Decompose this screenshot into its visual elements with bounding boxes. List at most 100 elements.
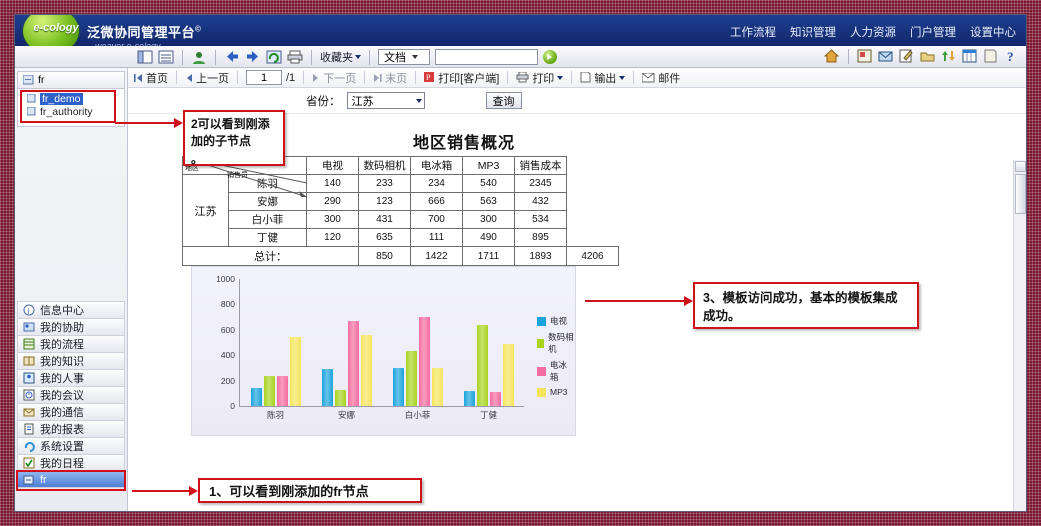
sidebar-item-flow[interactable]: 我的流程 [17,335,125,352]
person-icon[interactable] [191,50,207,65]
last-page-button[interactable]: 末页 [373,70,407,86]
x-axis-tick: 丁健 [479,410,498,420]
home-icon[interactable] [824,49,840,64]
sidebar-item-meeting[interactable]: 我的会议 [17,386,125,403]
prev-page-button[interactable]: 上一页 [185,70,229,86]
print-icon[interactable] [287,50,303,65]
forward-arrow-icon[interactable] [245,50,261,65]
y-axis-tick: 1000 [216,274,235,284]
sidebar-item-assist[interactable]: 我的协助 [17,318,125,335]
legend-label: 电冰箱 [549,360,567,382]
search-go-button[interactable] [543,50,557,64]
export-label: 输出 [594,72,617,85]
column-header-camera: 数码相机 [358,156,411,175]
flow-icon [23,338,35,350]
toolbar-divider [237,71,238,84]
mail-icon [23,406,35,418]
mail-button[interactable]: 邮件 [642,70,680,86]
cell-value: 490 [462,228,515,247]
panel-icon[interactable] [137,50,153,65]
left-sidebar: fr fr_demo fr_authority i 信息中心 我的协助 我的流程 … [15,68,128,511]
toolbar-divider [311,49,312,65]
main-toolbar: 收藏夹 文档 ? [15,46,1026,68]
province-select[interactable]: 江苏 [346,92,425,109]
toolbar-divider [182,49,183,65]
next-page-button[interactable]: 下一页 [312,70,356,86]
cell-value: 431 [358,210,411,229]
nav-item-hr[interactable]: 人力资源 [850,24,896,40]
sidebar-item-label: 我的通信 [40,407,84,419]
salesperson-name: 丁健 [228,228,307,247]
sidebar-item-label: 我的报表 [40,424,84,436]
total-value: 850 [358,246,411,266]
print-client-button[interactable]: P 打印[客户端] [424,70,499,86]
sidebar-item-fr[interactable]: fr [16,470,126,491]
refresh-icon[interactable] [266,50,282,65]
nav-item-workflow[interactable]: 工作流程 [730,24,776,40]
help-icon[interactable]: ? [1004,49,1020,64]
chevron-down-icon [619,75,626,80]
sidebar-item-info-center[interactable]: i 信息中心 [17,301,125,318]
total-value: 1422 [410,246,463,266]
cell-value: 290 [306,192,359,211]
sidebar-item-label: 我的日程 [40,458,84,470]
scroll-up-icon[interactable] [1015,161,1026,172]
folder-icon[interactable] [920,49,936,64]
vertical-scrollbar[interactable] [1013,160,1026,511]
report-title: 地区销售概况 [413,135,516,152]
sidebar-item-report[interactable]: 我的报表 [17,420,125,437]
back-arrow-icon[interactable] [224,50,240,65]
list-icon[interactable] [158,50,174,65]
search-scope-select[interactable]: 文档 [378,49,430,65]
sync-icon[interactable] [941,49,957,64]
favorites-dropdown[interactable]: 收藏夹 [320,49,361,65]
y-axis-tick: 800 [220,299,235,310]
sidebar-item-label: 我的知识 [40,356,84,368]
query-button[interactable]: 查询 [485,92,522,109]
toolbar-divider [633,71,635,84]
top-navigation: 工作流程 知识管理 人力资源 门户管理 设置中心 [730,24,1016,40]
legend-label: MP3 [550,387,568,397]
sidebar-item-label: 我的会议 [40,390,84,402]
page-number-input[interactable] [246,70,282,85]
assist-icon [23,321,35,333]
edit-icon[interactable] [899,49,915,64]
export-button[interactable]: 输出 [580,70,626,86]
report-icon [23,423,35,435]
scrollbar-thumb[interactable] [1015,174,1026,214]
sidebar-menu: i 信息中心 我的协助 我的流程 我的知识 我的人事 我的会议 我的通信 我的报表… [16,301,126,491]
chart-bar [347,321,359,406]
cell-value: 540 [462,174,515,193]
settings-icon [23,440,35,452]
contacts-icon[interactable] [857,49,873,64]
tree-root-header[interactable]: fr [17,71,125,89]
sidebar-item-system-settings[interactable]: 系统设置 [17,437,125,454]
toolbar-divider [176,71,177,84]
note-icon[interactable] [983,49,999,64]
y-axis-tick: 600 [220,324,235,335]
chart-bar [263,376,275,406]
svg-text:?: ? [1007,49,1014,63]
sidebar-item-schedule[interactable]: 我的日程 [17,454,125,471]
hr-icon [23,372,35,384]
sidebar-item-communication[interactable]: 我的通信 [17,403,125,420]
calendar-icon[interactable] [962,49,978,64]
sidebar-item-hr[interactable]: 我的人事 [17,369,125,386]
cell-value: 700 [410,210,463,229]
next-page-icon [312,73,320,83]
toolbar-divider [303,71,305,84]
mail-icon[interactable] [878,49,894,64]
first-page-button[interactable]: 首页 [134,70,168,86]
last-page-label: 末页 [385,72,408,85]
sidebar-item-knowledge[interactable]: 我的知识 [17,352,125,369]
chart-bar [489,391,501,406]
search-input[interactable] [435,49,538,65]
print-button[interactable]: 打印 [516,70,564,86]
nav-item-portal[interactable]: 门户管理 [910,24,956,40]
nav-item-knowledge[interactable]: 知识管理 [790,24,836,40]
chart-legend: 电视 数码相机 电冰箱 MP3 [537,315,575,401]
first-page-icon [134,73,143,83]
nav-item-settings[interactable]: 设置中心 [970,24,1016,40]
y-axis-tick: 0 [230,401,235,411]
first-page-label: 首页 [146,72,168,85]
